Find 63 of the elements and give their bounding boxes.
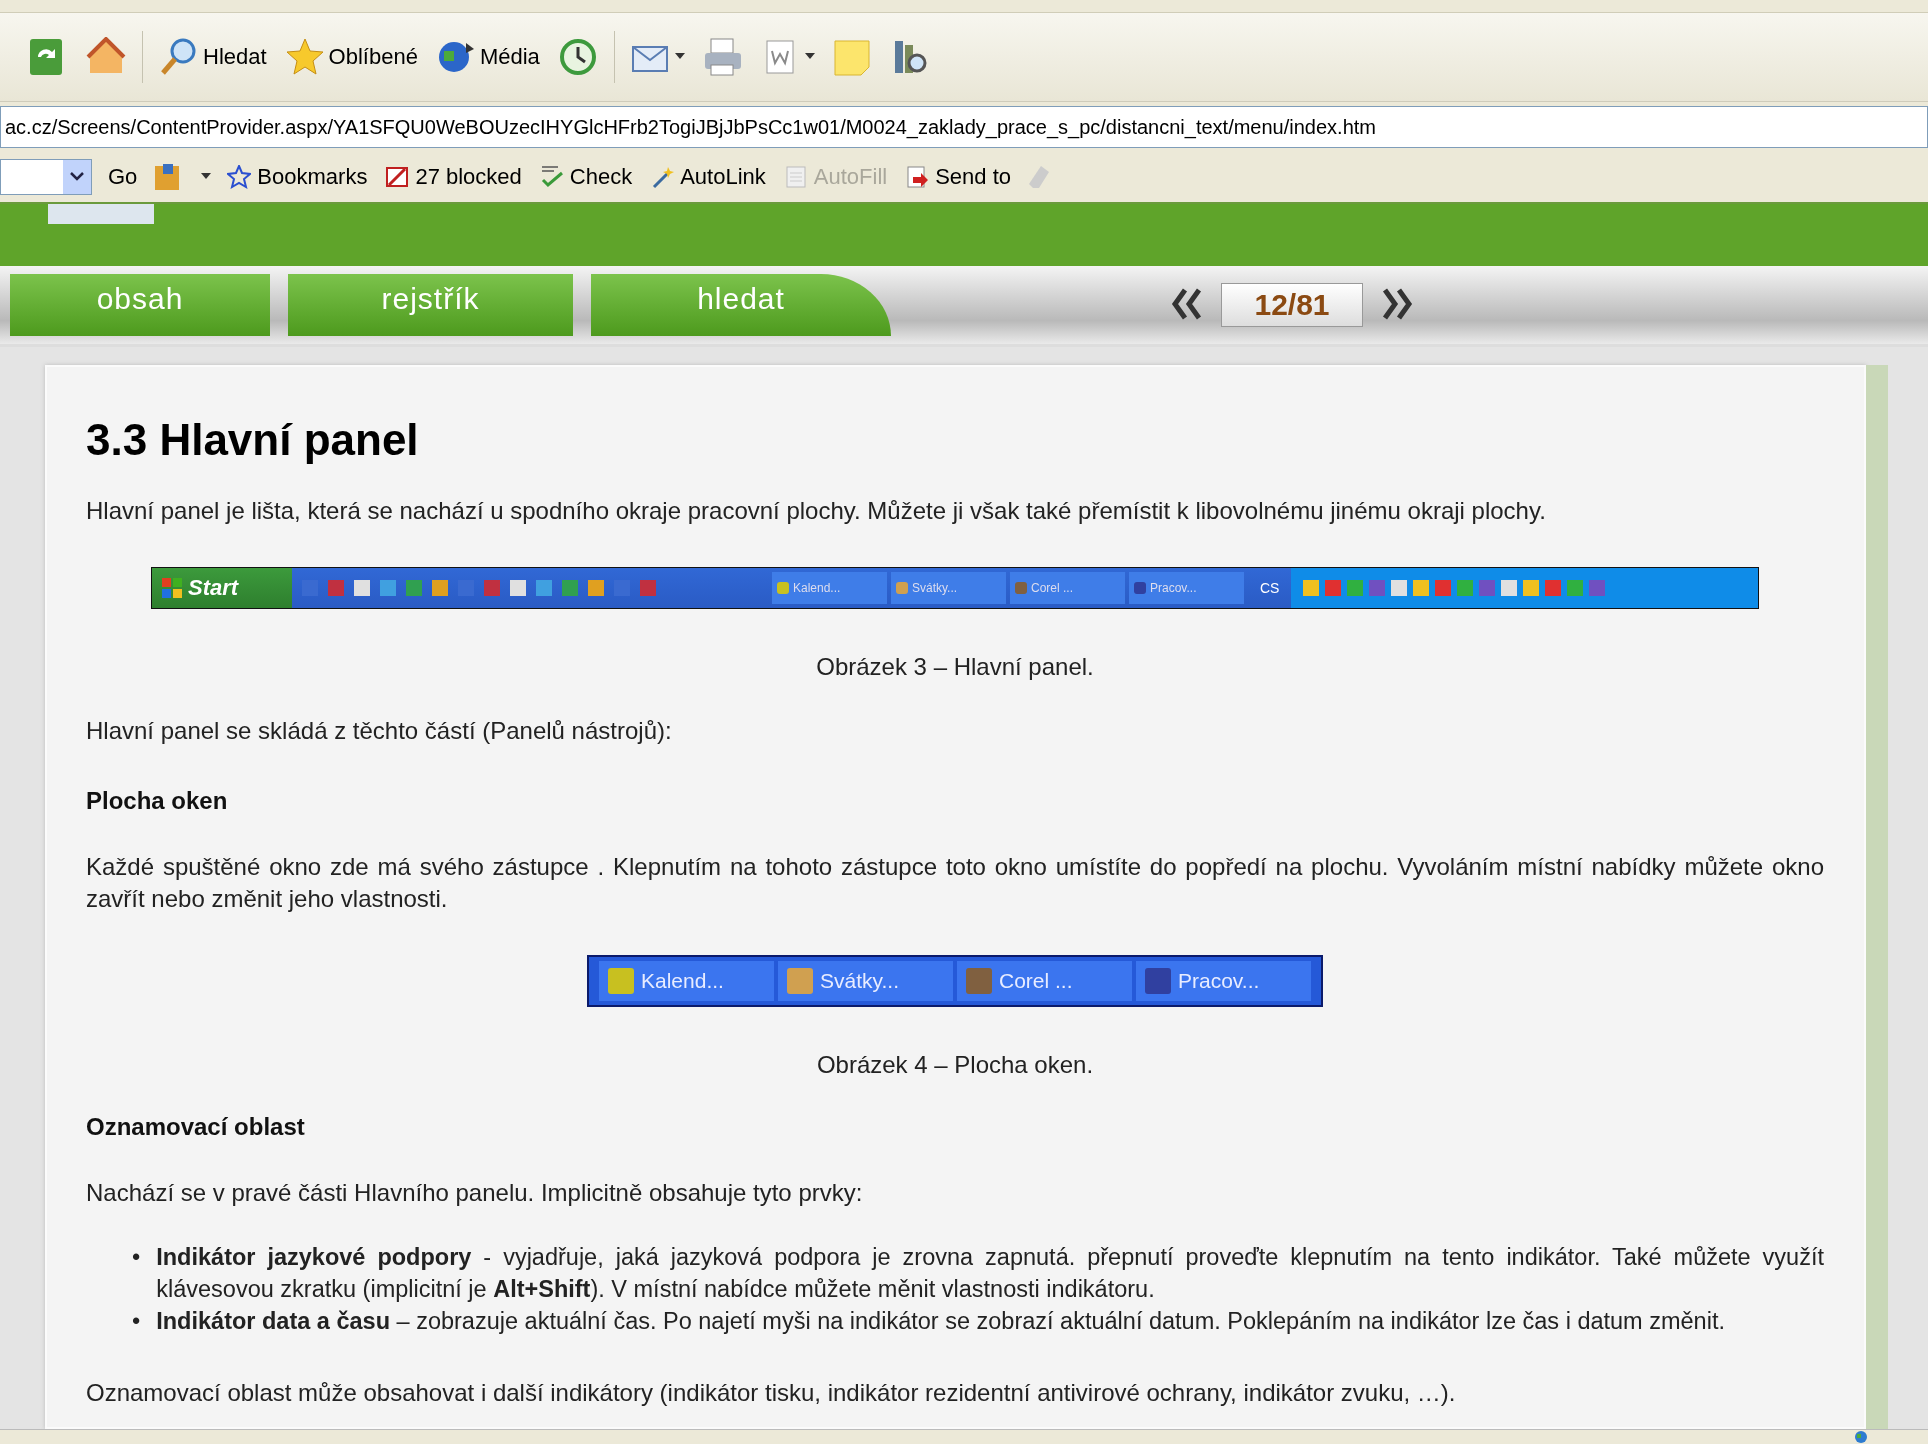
- toolbar-button[interactable]: Oblíbené: [278, 33, 424, 81]
- bullet-item: Indikátor jazykové podpory - vyjadřuje, jaká jazyková podpora je zrovna zapnutá. přepnutí proveďte klepnutím na tento indikátor. Také můžete využít klávesovou zkratku (implicitní je Alt+Shift). V místní nabídce můžete měnit vlastnosti indikátoru.: [156, 1243, 1824, 1304]
- chevron-down-icon[interactable]: [70, 172, 84, 182]
- toolbar-button[interactable]: 27 blocked: [383, 162, 524, 192]
- send-page-icon: [905, 165, 930, 189]
- taskbar-window-button[interactable]: Corel ...: [1010, 572, 1125, 604]
- toolbar-button[interactable]: Média: [429, 33, 546, 81]
- page-counter: 12/81: [1221, 283, 1363, 327]
- go-button[interactable]: Go: [106, 162, 140, 192]
- section-subheading: Oznamovací oblast: [86, 1113, 306, 1141]
- figure-caption: Obrázek 3 – Hlavní panel.: [815, 653, 1095, 681]
- figure-caption: Obrázek 4 – Plocha oken.: [815, 1051, 1095, 1079]
- caret-icon[interactable]: [201, 173, 212, 181]
- language-indicator[interactable]: CS: [1248, 580, 1292, 596]
- toolbar-button[interactable]: Check: [537, 162, 635, 192]
- windows-flag-icon: [162, 578, 182, 598]
- taskbar-window-button[interactable]: Svátky...: [778, 961, 953, 1001]
- dropdown-field[interactable]: [0, 159, 92, 195]
- section-subheading: Plocha oken: [86, 787, 229, 815]
- taskbar-window-button[interactable]: Corel ...: [957, 961, 1132, 1001]
- taskbar-window-button[interactable]: Pracov...: [1129, 572, 1244, 604]
- bullet-marker: •: [132, 1243, 141, 1272]
- globe-icon: [1854, 1430, 1868, 1444]
- article-heading: 3.3 Hlavní panel: [86, 415, 420, 465]
- window-button-icon: [786, 967, 814, 995]
- taskbar-window-button[interactable]: Kalend...: [772, 572, 887, 604]
- wand-icon: [650, 165, 675, 189]
- nav-tab[interactable]: rejstřík: [288, 274, 573, 336]
- scrollbar[interactable]: [1866, 365, 1888, 1429]
- toolbar-button[interactable]: Bookmarks: [225, 162, 370, 192]
- star-outline-icon: [227, 165, 252, 189]
- taskbar-window-button[interactable]: Pracov...: [1136, 961, 1311, 1001]
- start-button[interactable]: Start: [152, 568, 292, 608]
- nav-tab[interactable]: obsah: [10, 274, 270, 336]
- bullet-item: Indikátor data a času – zobrazuje aktuální čas. Po najetí myši na indikátor se zobrazí aktuální datum. Poklepáním na indikátor lze čas i datum změnit.: [156, 1307, 1726, 1336]
- address-field[interactable]: ac.cz/Screens/ContentProvider.aspx/YA1SFQU0WeBOUzecIHYGlcHFrb2TogiJBjJbPsCc1w01/M0024_zaklady_prace_s_pc/distancni_text/menu/index.htm: [0, 106, 1928, 148]
- caret-icon[interactable]: [674, 53, 685, 61]
- window-button-icon: [965, 967, 993, 995]
- checkmark-icon: [539, 165, 564, 189]
- taskbar-window-button[interactable]: Svátky...: [891, 572, 1006, 604]
- toolbar-button[interactable]: AutoLink: [648, 162, 768, 192]
- window-button-icon: [1144, 967, 1172, 995]
- caret-icon[interactable]: [804, 53, 815, 61]
- bullet-marker: •: [132, 1307, 141, 1336]
- toolbar-button[interactable]: Send to: [903, 162, 1013, 192]
- printer-icon[interactable]: [702, 37, 743, 77]
- window-button-icon: [1133, 581, 1147, 595]
- window-button-icon: [607, 967, 635, 995]
- window-button-icon: [895, 581, 909, 595]
- paragraph: Každé spuštěné okno zde má svého zástupce . Klepnutím na tohoto zástupce toto okno umístíte do popředí na plochu. Vyvoláním místní nabídky můžete okno zavřít nebo změnit jeho vlastnosti.: [86, 852, 1824, 914]
- form-icon: [783, 165, 808, 189]
- blocked-window-icon: [385, 165, 410, 189]
- toolbar-button[interactable]: Hledat: [153, 33, 273, 81]
- paragraph: Nachází se v pravé části Hlavního panelu. Implicitně obsahuje tyto prvky:: [86, 1178, 864, 1208]
- paragraph: Hlavní panel je lišta, která se nachází u spodního okraje pracovní plochy. Můžete ji však také přemístit k libovolnému jinému okraji plochy.: [86, 496, 1547, 526]
- clock-icon[interactable]: [557, 37, 598, 77]
- window-button-icon: [1014, 581, 1028, 595]
- window-button-icon: [776, 581, 790, 595]
- paragraph: Oznamovací oblast může obsahovat i další indikátory (indikátor tisku, indikátor rezidentní antivirové ochrany, indikátor zvuku, …).: [86, 1378, 1457, 1408]
- star-icon: [284, 37, 325, 77]
- paragraph: Hlavní panel se skládá z těchto částí (Panelů nástrojů):: [86, 716, 673, 746]
- nav-tab[interactable]: hledat: [591, 274, 891, 336]
- taskbar-window-button[interactable]: Kalend...: [599, 961, 774, 1001]
